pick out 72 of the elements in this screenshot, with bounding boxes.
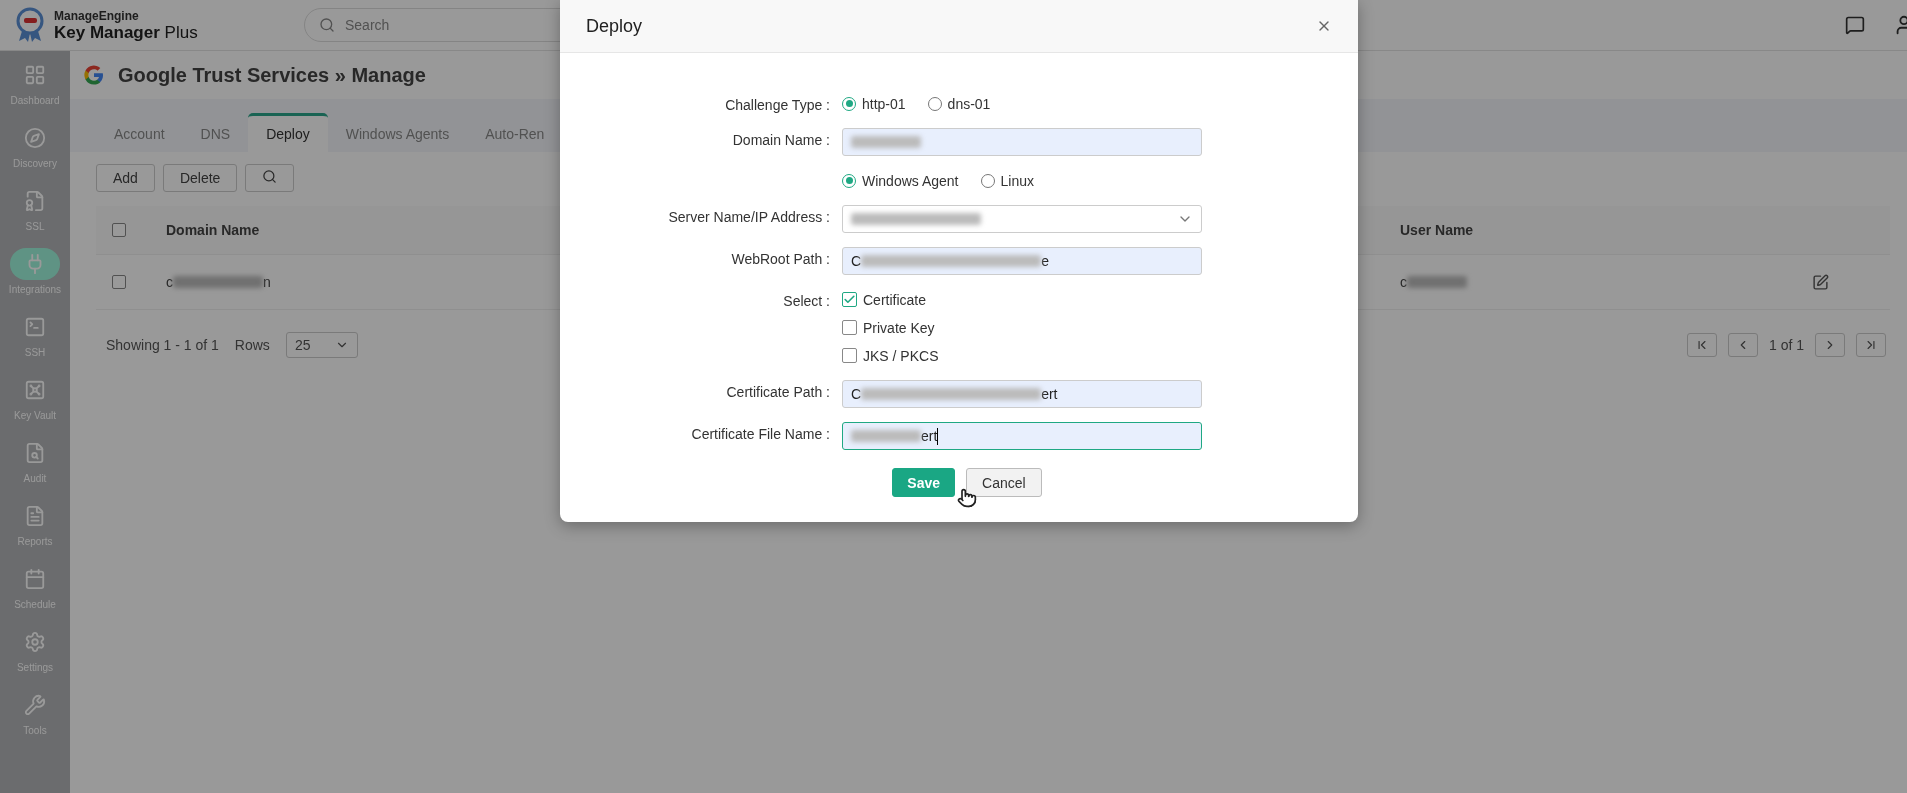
search-icon bbox=[262, 169, 278, 184]
tab[interactable]: Deploy bbox=[248, 113, 328, 152]
field-label: Challenge Type : bbox=[724, 96, 830, 113]
radio-option[interactable]: Windows Agent bbox=[842, 170, 959, 191]
toolbar-button[interactable]: Add bbox=[96, 164, 155, 192]
rows-select[interactable]: 25 bbox=[285, 332, 358, 358]
text-value: c bbox=[1400, 274, 1407, 290]
radio-option[interactable]: dns-01 bbox=[927, 93, 991, 114]
checkbox-option[interactable]: Private Key bbox=[842, 317, 1202, 338]
certificate-icon bbox=[24, 190, 46, 212]
tab[interactable]: Account bbox=[96, 113, 183, 152]
input-field[interactable] bbox=[842, 128, 1202, 156]
file-search-icon bbox=[24, 442, 46, 464]
field-label: Certificate Path : bbox=[725, 383, 830, 400]
settings-icon bbox=[24, 631, 46, 653]
radio-option[interactable]: Linux bbox=[980, 170, 1034, 191]
compass-icon bbox=[24, 127, 46, 149]
tab[interactable]: Auto-Ren bbox=[467, 113, 563, 152]
checkbox-option[interactable]: JKS / PKCS bbox=[842, 345, 1202, 366]
page-title: Google Trust Services » Manage bbox=[118, 63, 426, 87]
search-button[interactable] bbox=[245, 164, 295, 192]
field-label: Domain Name : bbox=[731, 131, 830, 148]
input-field[interactable]: ert bbox=[842, 422, 1202, 450]
checkbox[interactable] bbox=[112, 275, 126, 289]
text-value: c bbox=[166, 274, 173, 290]
text-value: n bbox=[263, 274, 271, 290]
text-value: C bbox=[851, 253, 862, 269]
report-icon bbox=[24, 505, 46, 527]
select-field[interactable] bbox=[842, 205, 1202, 233]
first-page-button[interactable] bbox=[1686, 333, 1717, 357]
brand-product: Key Manager Plus bbox=[54, 23, 198, 41]
showing-count: Showing 1 - 1 of 1 bbox=[106, 337, 219, 353]
next-page-button[interactable] bbox=[1815, 333, 1845, 357]
input-field[interactable]: C e bbox=[842, 247, 1202, 275]
column-header: Domain Name bbox=[166, 222, 260, 238]
search-icon bbox=[319, 17, 335, 33]
text-value: e bbox=[1041, 253, 1049, 269]
google-g-logo bbox=[82, 63, 106, 87]
terminal-icon bbox=[24, 316, 46, 338]
input-field[interactable]: C ert bbox=[842, 380, 1202, 408]
field-label: Certificate File Name : bbox=[690, 425, 830, 442]
text-value: C bbox=[851, 386, 862, 402]
vault-icon bbox=[24, 379, 46, 401]
grid-icon bbox=[24, 64, 46, 86]
save-button[interactable]: Save bbox=[892, 468, 956, 497]
page-indicator: 1 of 1 bbox=[1768, 337, 1804, 353]
rows-label: Rows bbox=[234, 337, 270, 353]
tab[interactable]: Windows Agents bbox=[327, 113, 468, 152]
tab[interactable]: DNS bbox=[182, 113, 249, 152]
hand-cursor-icon bbox=[957, 488, 977, 508]
dialog-title: Deploy bbox=[586, 15, 643, 37]
toolbar-button[interactable]: Delete bbox=[162, 164, 238, 192]
previous-page-button[interactable] bbox=[1727, 333, 1758, 357]
field-label: Server Name/IP Address : bbox=[667, 208, 830, 225]
brand-company: ManageEngine bbox=[54, 9, 140, 22]
badge-key-logo bbox=[14, 7, 46, 43]
checkbox-option[interactable]: Certificate bbox=[842, 289, 1202, 310]
field-label: Select : bbox=[782, 292, 830, 309]
calendar-icon bbox=[24, 568, 46, 590]
checkbox[interactable] bbox=[112, 223, 126, 237]
edit-icon[interactable] bbox=[1812, 273, 1829, 291]
radio-option[interactable]: http-01 bbox=[842, 93, 906, 114]
text-cursor bbox=[937, 427, 939, 445]
text-value: ert bbox=[1041, 386, 1058, 402]
text-value: ert bbox=[921, 428, 938, 444]
last-page-icon bbox=[1864, 338, 1878, 352]
cancel-button[interactable]: Cancel bbox=[966, 468, 1042, 497]
column-header: User Name bbox=[1400, 222, 1474, 238]
field-label: WebRoot Path : bbox=[730, 250, 830, 267]
last-page-button[interactable] bbox=[1856, 333, 1886, 357]
feedback-icon[interactable] bbox=[1845, 15, 1865, 35]
wrench-icon bbox=[24, 694, 46, 716]
